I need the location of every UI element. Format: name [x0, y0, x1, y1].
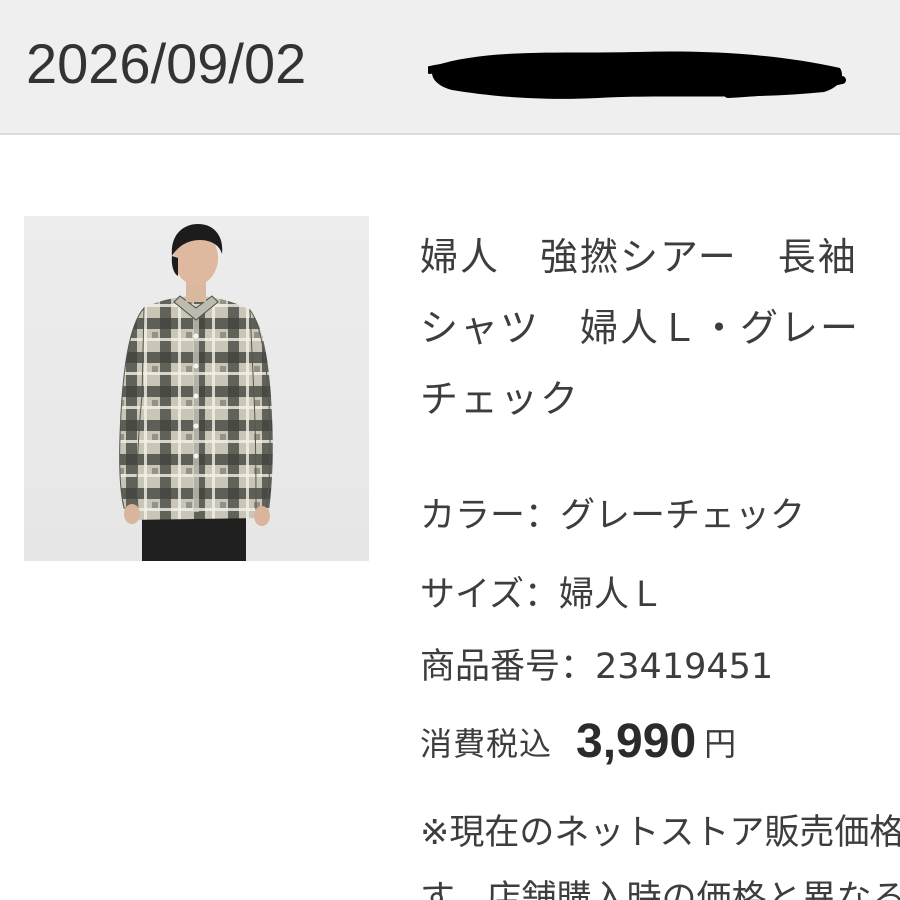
product-image[interactable]: [24, 216, 369, 561]
color-value: グレーチェック: [560, 496, 806, 536]
redaction-mark: [428, 51, 846, 99]
plaid-shirt-photo-icon: [119, 224, 273, 561]
order-history-screen: 2026/09/02 婦人 強撚シアー 長袖シャツ 婦人Ｌ・グレーチェック カラ…: [0, 0, 900, 900]
price-value: 3,990: [576, 715, 697, 768]
size-row: サイズ：婦人Ｌ: [420, 573, 664, 617]
product-code-row: 商品番号：23419451: [420, 645, 773, 689]
order-date: 2026/09/02: [26, 32, 307, 95]
price-unit: 円: [704, 725, 737, 763]
color-label: カラー：: [420, 496, 561, 536]
size-label: サイズ：: [420, 575, 559, 615]
product-title[interactable]: 婦人 強撚シアー 長袖シャツ 婦人Ｌ・グレーチェック: [420, 222, 890, 435]
price-notice: ※現在のネットストア販売価格です。店舗購入時の価格と異なる: [420, 813, 900, 900]
size-value: 婦人Ｌ: [558, 575, 664, 615]
color-row: カラー：グレーチェック: [420, 494, 805, 538]
product-code-value: 23419451: [595, 647, 774, 687]
price-label: 消費税込: [420, 725, 553, 763]
price-row: 消費税込 3,990 円: [420, 718, 737, 766]
product-code-label: 商品番号：: [420, 647, 596, 687]
order-header-bar: 2026/09/02: [0, 0, 900, 135]
